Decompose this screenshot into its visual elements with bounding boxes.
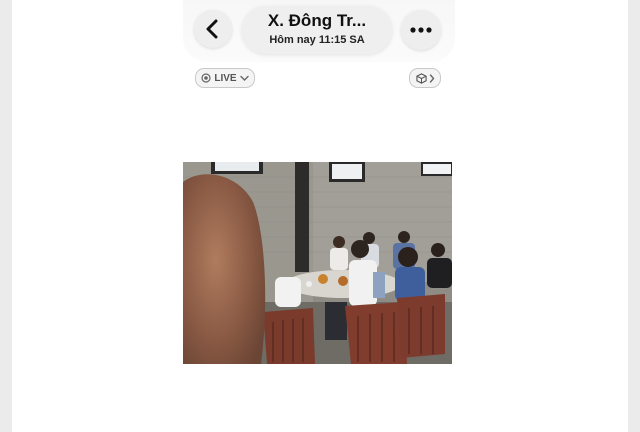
live-badge[interactable]: LIVE <box>195 68 255 88</box>
chevron-down-icon <box>239 75 249 81</box>
chevron-left-icon <box>206 19 218 39</box>
title-pill[interactable]: X. Đông Tr... Hôm nay 11:15 SA <box>242 6 392 54</box>
more-button[interactable] <box>401 10 441 50</box>
timestamp: Hôm nay 11:15 SA <box>269 34 365 46</box>
shared-photo[interactable] <box>183 162 452 364</box>
back-button[interactable] <box>194 10 232 48</box>
photo-image <box>183 162 452 364</box>
cube-button[interactable] <box>409 68 441 88</box>
chevron-right-icon <box>429 73 434 83</box>
page-title: X. Đông Tr... <box>267 11 367 30</box>
live-label: LIVE <box>214 72 237 84</box>
more-horizontal-icon <box>410 27 432 33</box>
cube-icon <box>415 72 427 84</box>
live-target-icon <box>201 73 211 83</box>
